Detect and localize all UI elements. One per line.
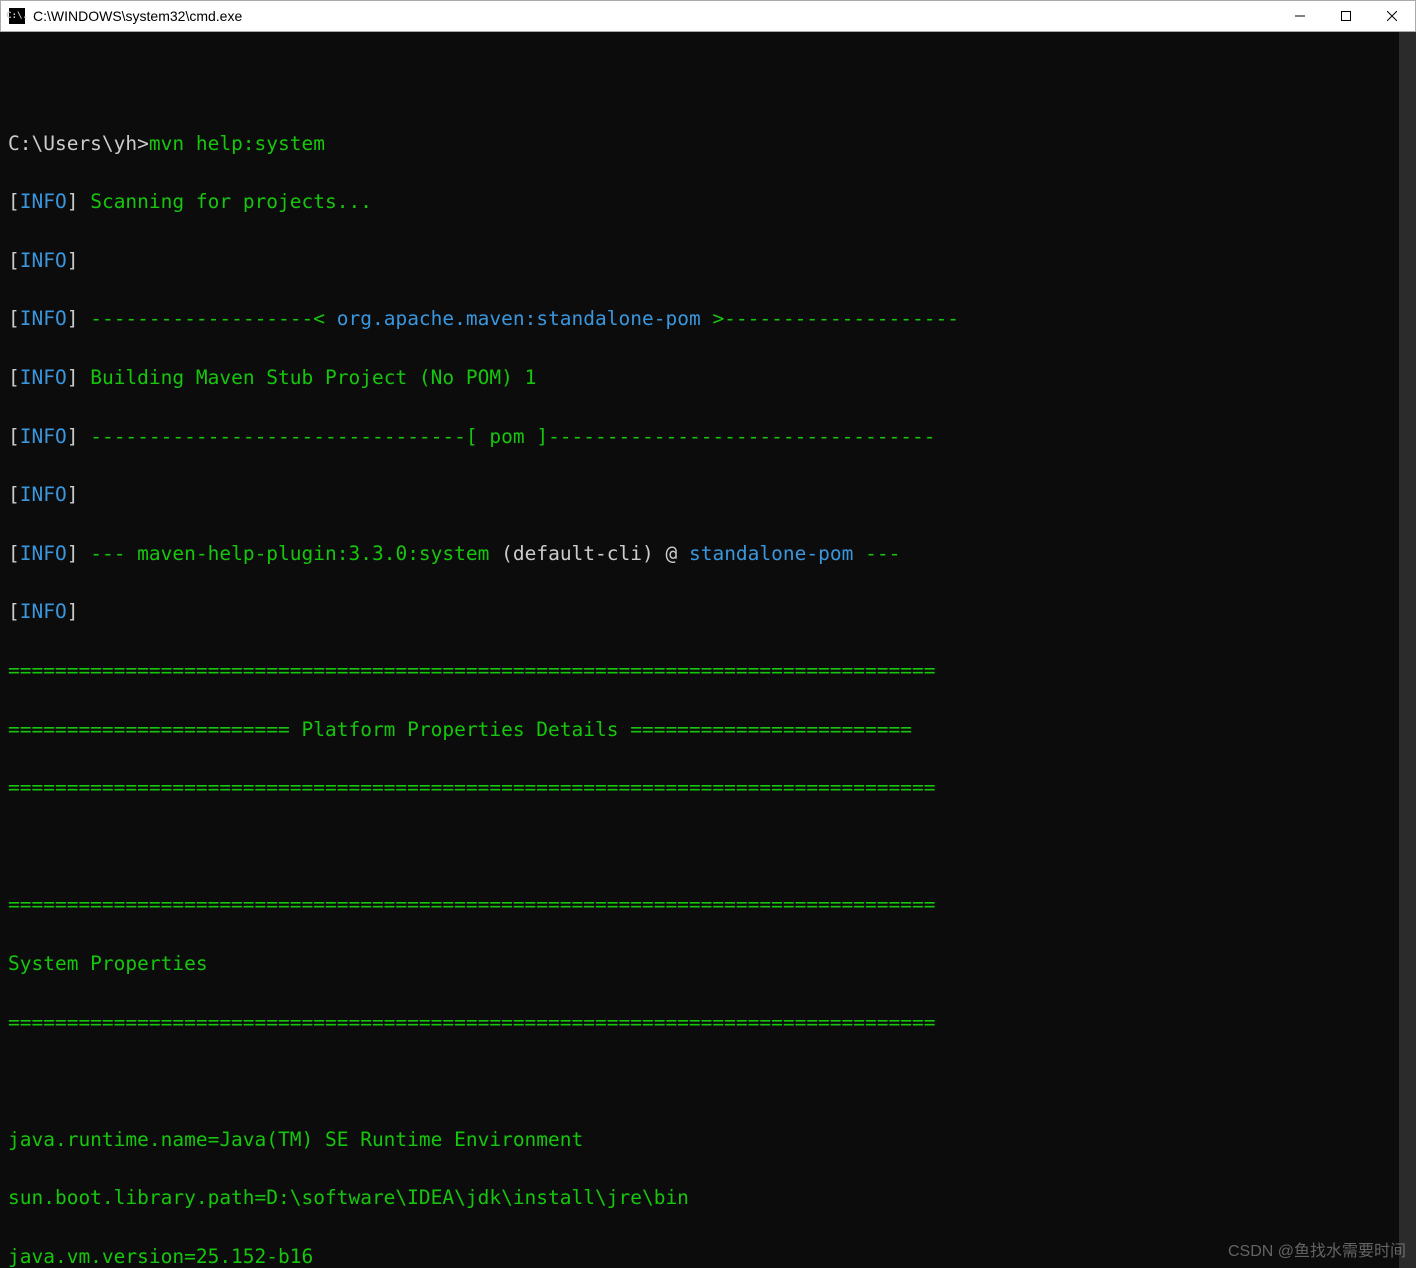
window-controls (1277, 1, 1415, 31)
close-button[interactable] (1369, 1, 1415, 31)
scanning-line: Scanning for projects... (78, 190, 372, 213)
window-titlebar[interactable]: C:\. C:\WINDOWS\system32\cmd.exe (0, 0, 1416, 32)
window-title: C:\WINDOWS\system32\cmd.exe (33, 8, 242, 24)
property-line: java.vm.version=25.152-b16 (8, 1247, 1416, 1267)
plugin-name: maven-help-plugin:3.3.0:system (137, 542, 489, 565)
platform-header: Platform Properties Details (302, 718, 619, 741)
property-line: sun.boot.library.path=D:\software\IDEA\j… (8, 1188, 1416, 1208)
info-tag: INFO (20, 190, 67, 213)
cmd-icon: C:\. (9, 8, 25, 24)
minimize-button[interactable] (1277, 1, 1323, 31)
property-line: java.runtime.name=Java(TM) SE Runtime En… (8, 1130, 1416, 1150)
vertical-scrollbar[interactable] (1399, 32, 1416, 1268)
pom-id: org.apache.maven:standalone-pom (337, 307, 701, 330)
system-properties-header: System Properties (8, 954, 1416, 974)
separator-line: ========================================… (8, 661, 1416, 681)
watermark-text: CSDN @鱼找水需要时间 (1228, 1244, 1406, 1260)
prompt-path: C:\Users\yh> (8, 132, 149, 155)
plugin-target: standalone-pom (689, 542, 853, 565)
command-text: mvn help:system (149, 132, 325, 155)
terminal-output[interactable]: C:\Users\yh>mvn help:system [INFO] Scann… (0, 32, 1416, 1268)
maximize-button[interactable] (1323, 1, 1369, 31)
building-line: Building Maven Stub Project (No POM) 1 (78, 366, 536, 389)
